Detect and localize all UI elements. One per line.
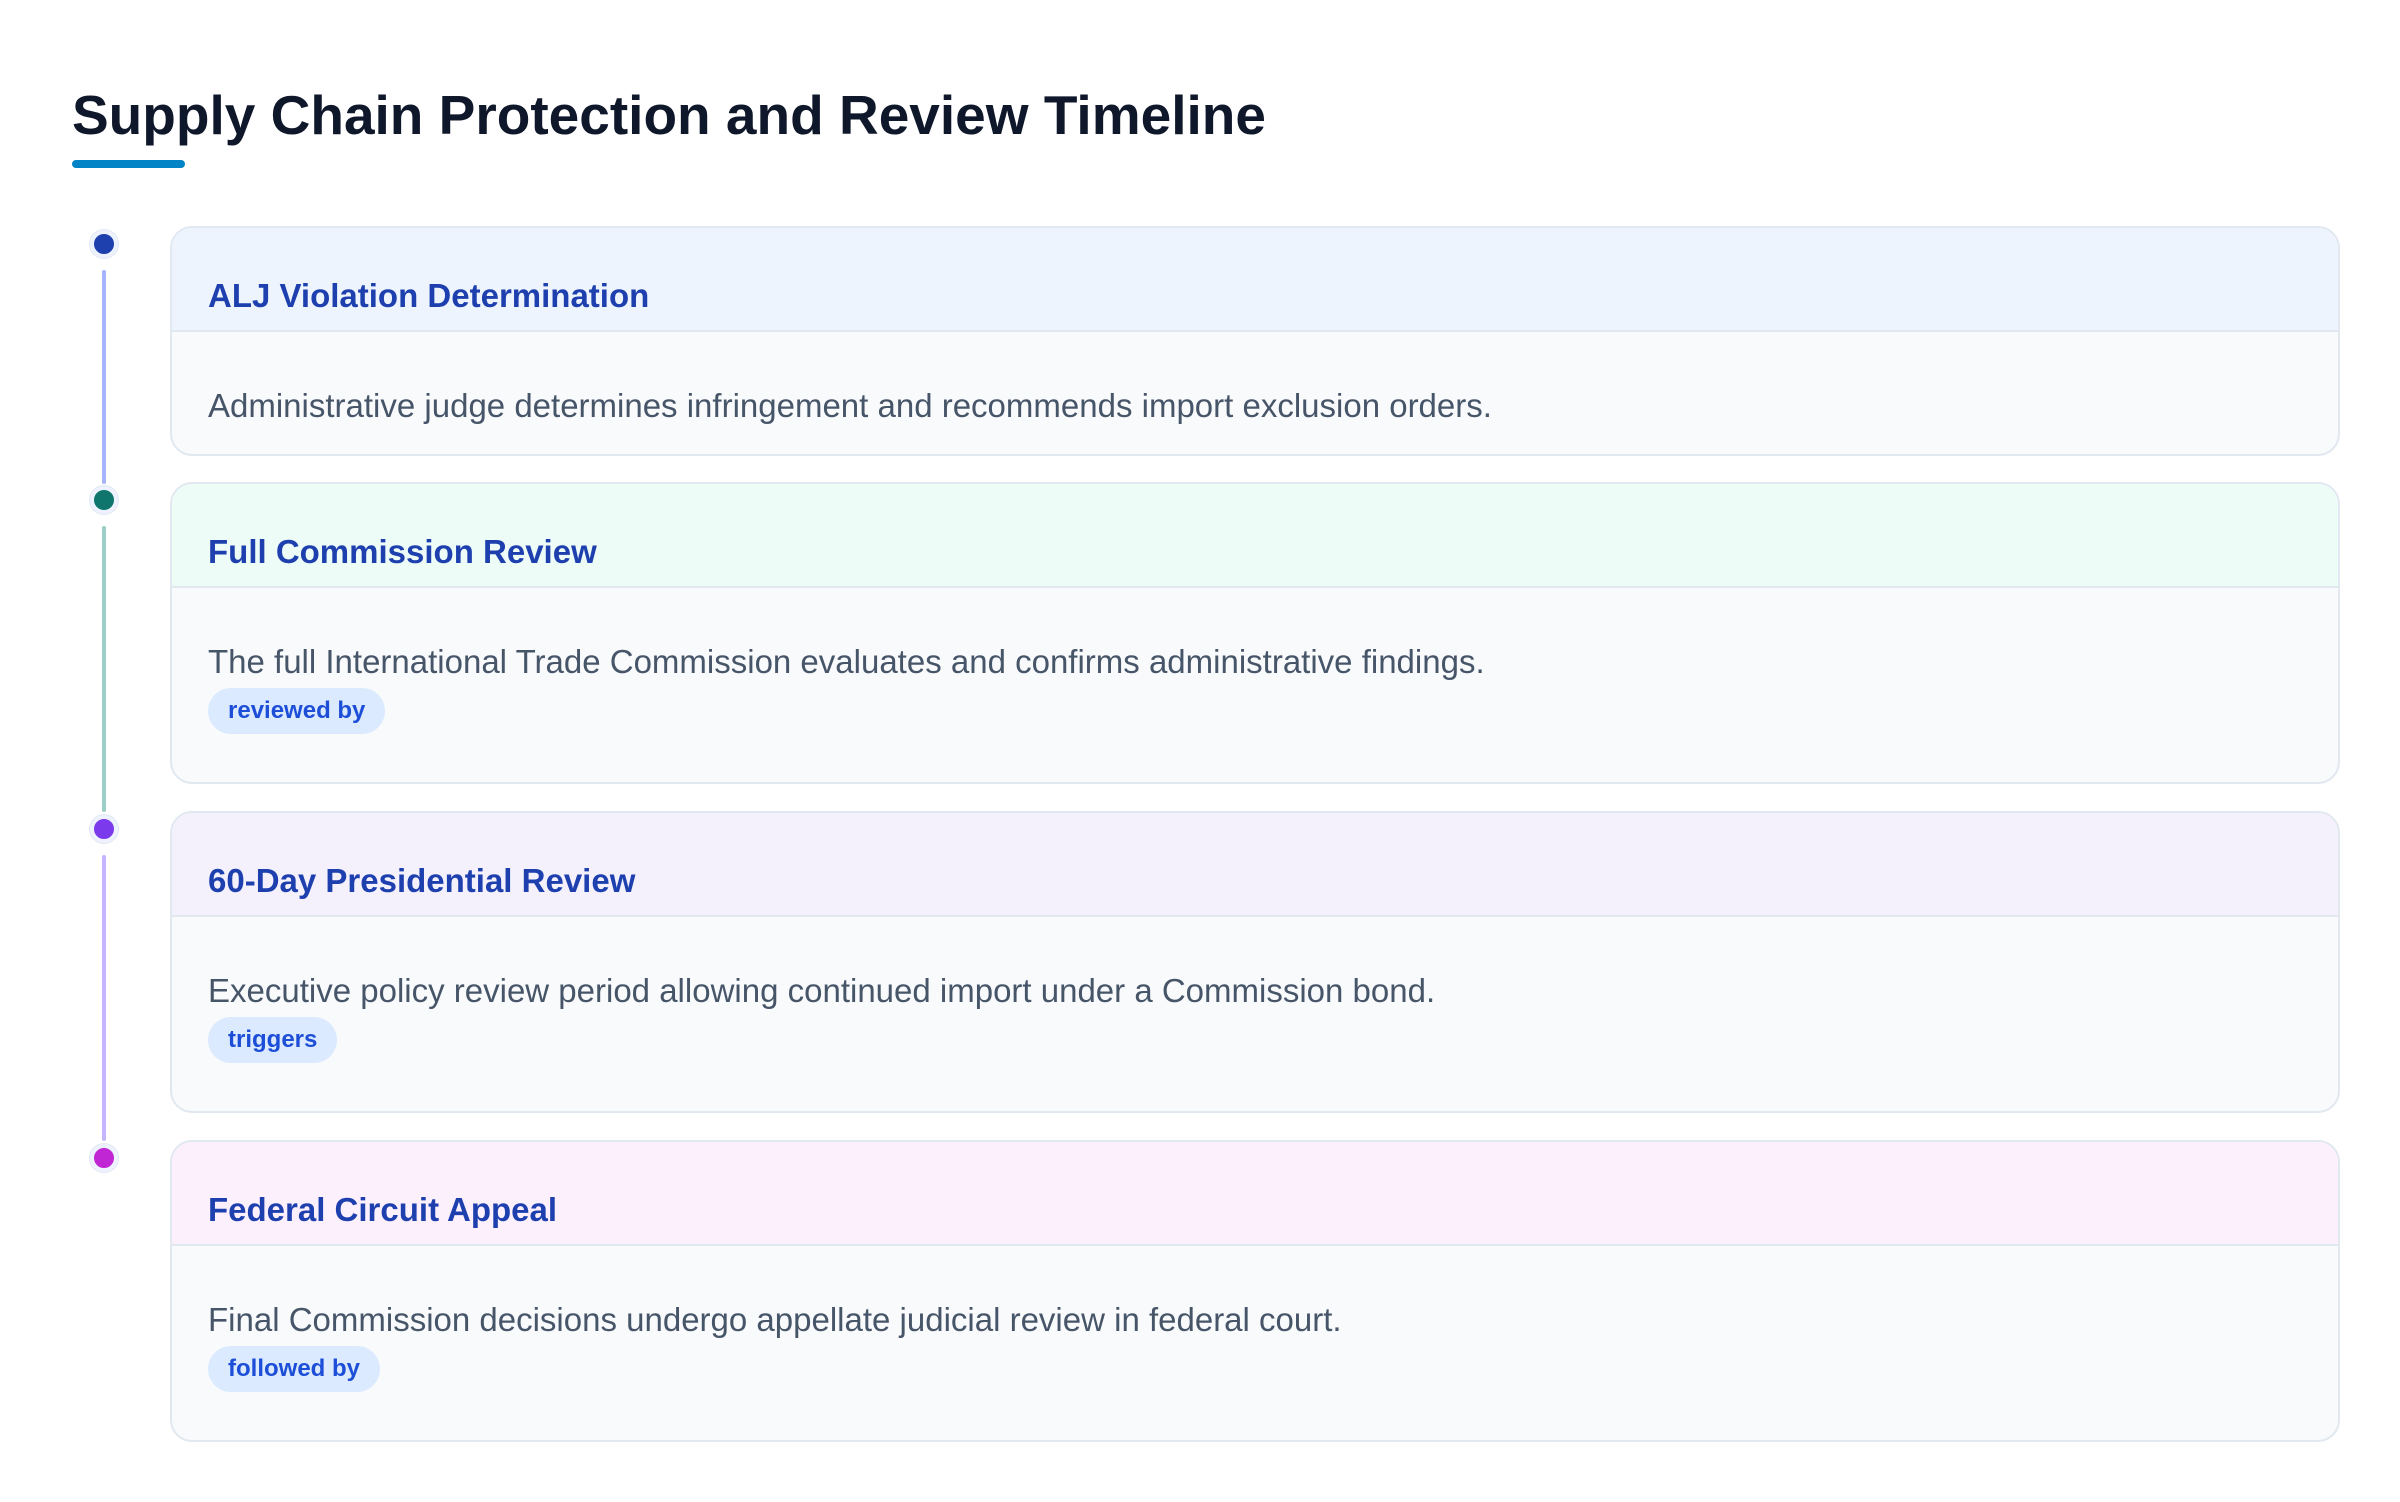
event-title: 60-Day Presidential Review	[208, 862, 636, 899]
event-card-header: Full Commission Review	[172, 484, 2338, 588]
event-card: Federal Circuit Appeal Final Commission …	[170, 1140, 2340, 1442]
timeline-marker	[90, 815, 118, 843]
page-title: Supply Chain Protection and Review Timel…	[72, 84, 1266, 146]
timeline-marker	[90, 230, 118, 258]
timeline-connector	[102, 526, 106, 812]
timeline-connector	[102, 855, 106, 1141]
event-description: The full International Trade Commission …	[208, 643, 1485, 680]
timeline-connector	[102, 270, 106, 484]
event-card: 60-Day Presidential Review Executive pol…	[170, 811, 2340, 1113]
event-card-header: Federal Circuit Appeal	[172, 1142, 2338, 1246]
timeline-marker	[90, 486, 118, 514]
event-description: Final Commission decisions undergo appel…	[208, 1301, 1342, 1338]
event-title: Full Commission Review	[208, 533, 597, 570]
timeline-marker	[90, 1144, 118, 1172]
event-card-header: 60-Day Presidential Review	[172, 813, 2338, 917]
relation-badge: followed by	[208, 1346, 380, 1392]
event-description: Executive policy review period allowing …	[208, 972, 1436, 1009]
event-card-header: ALJ Violation Determination	[172, 228, 2338, 332]
event-card: ALJ Violation Determination Administrati…	[170, 226, 2340, 456]
event-card: Full Commission Review The full Internat…	[170, 482, 2340, 784]
title-underline	[72, 160, 185, 168]
relation-badge: triggers	[208, 1017, 338, 1063]
relation-badge: reviewed by	[208, 688, 386, 734]
event-title: ALJ Violation Determination	[208, 277, 650, 314]
event-title: Federal Circuit Appeal	[208, 1191, 558, 1228]
event-description: Administrative judge determines infringe…	[208, 387, 1492, 424]
